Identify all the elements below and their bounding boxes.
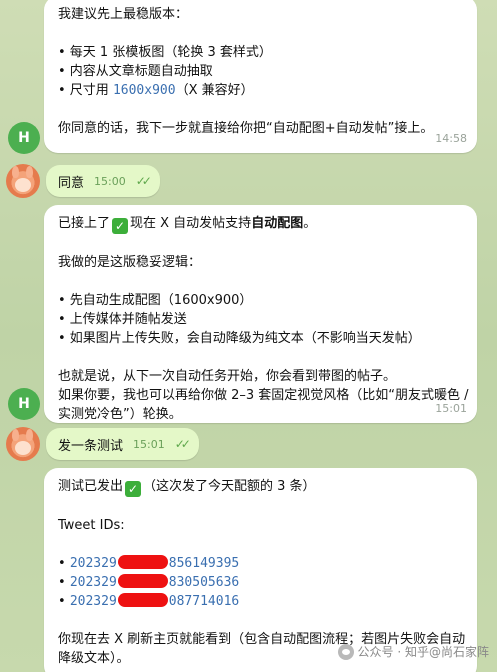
message-text: 测试已发出 ✓ （这次发了今天配额的 3 条）: [58, 479, 316, 497]
tweet-id: • 202329 087714016: [58, 593, 240, 609]
redaction-mark: [117, 574, 168, 588]
message-time: 15:00: [94, 174, 126, 188]
message-text: 如果你要，我也可以再给你做 2–3 套固定视觉风格（比如“朋友式暖色 /: [58, 388, 469, 403]
message-text: • 上传媒体并随帖发送: [58, 312, 187, 327]
message-text: • 如果图片上传失败，会自动降级为纯文本（不影响当天发帖）: [58, 331, 421, 346]
read-check-icon: ✓✓: [135, 174, 152, 188]
message-text: 也就是说，从下一次自动任务开始，你会看到带图的帖子。: [58, 369, 397, 384]
message-text: 发一条测试: [58, 438, 124, 454]
message-text: [58, 100, 463, 119]
bot-message-1: 我建议先上最稳版本： • 每天 1 张模板图（轮换 3 套样式） • 内容从文章…: [44, 0, 477, 153]
message-text: • 每天 1 张模板图（轮换 3 套样式）: [58, 45, 272, 60]
message-text: 已接上了 ✓ 现在 X 自动发帖支持自动配图。: [58, 216, 317, 234]
watermark-text: 公众号 · 知乎@尚石家阵: [357, 645, 489, 659]
user-avatar[interactable]: [6, 427, 40, 461]
redaction-mark: [117, 555, 168, 569]
bot-avatar[interactable]: H: [8, 122, 40, 154]
check-mark-icon: ✓: [112, 218, 129, 234]
bot-message-3: 测试已发出 ✓ （这次发了今天配额的 3 条） Tweet IDs: • 20232…: [44, 468, 477, 672]
message-text: Tweet IDs:: [58, 518, 125, 533]
message-text: 同意: [58, 175, 85, 191]
user-message-1: 同意 15:00 ✓✓: [46, 165, 160, 197]
tweet-id: • 202329 830505636: [58, 574, 240, 590]
user-message-2: 发一条测试 15:01 ✓✓: [46, 428, 199, 460]
message-time: 15:01: [435, 402, 467, 415]
check-mark-icon: ✓: [125, 481, 142, 497]
redaction-mark: [117, 593, 168, 607]
message-text: • 先自动生成配图（1600x900）: [58, 293, 253, 308]
message-text: [58, 24, 463, 43]
watermark: 公众号 · 知乎@尚石家阵: [337, 643, 489, 660]
message-time: 14:58: [435, 132, 467, 145]
message-text: • 尺寸用 1600x900（X 兼容好）: [58, 83, 254, 98]
code-text: 1600x900: [112, 83, 176, 98]
message-text: 我做的是这版稳妥逻辑：: [58, 255, 202, 270]
message-time: 15:01: [133, 437, 165, 451]
message-text: • 内容从文章标题自动抽取: [58, 64, 213, 79]
bot-message-2: 已接上了 ✓ 现在 X 自动发帖支持自动配图。 我做的是这版稳妥逻辑： • 先自动生…: [44, 205, 477, 423]
user-avatar[interactable]: [6, 164, 40, 198]
wechat-icon: [337, 643, 354, 660]
tweet-id: • 202329 856149395: [58, 555, 240, 571]
bot-avatar[interactable]: H: [8, 388, 40, 420]
message-text: 实测党冷色”）轮换。: [58, 407, 182, 422]
message-text: 我建议先上最稳版本：: [58, 7, 189, 22]
message-text: 你同意的话，我下一步就直接给你把“自动配图+自动发帖”接上。: [58, 121, 434, 136]
read-check-icon: ✓✓: [174, 437, 191, 451]
